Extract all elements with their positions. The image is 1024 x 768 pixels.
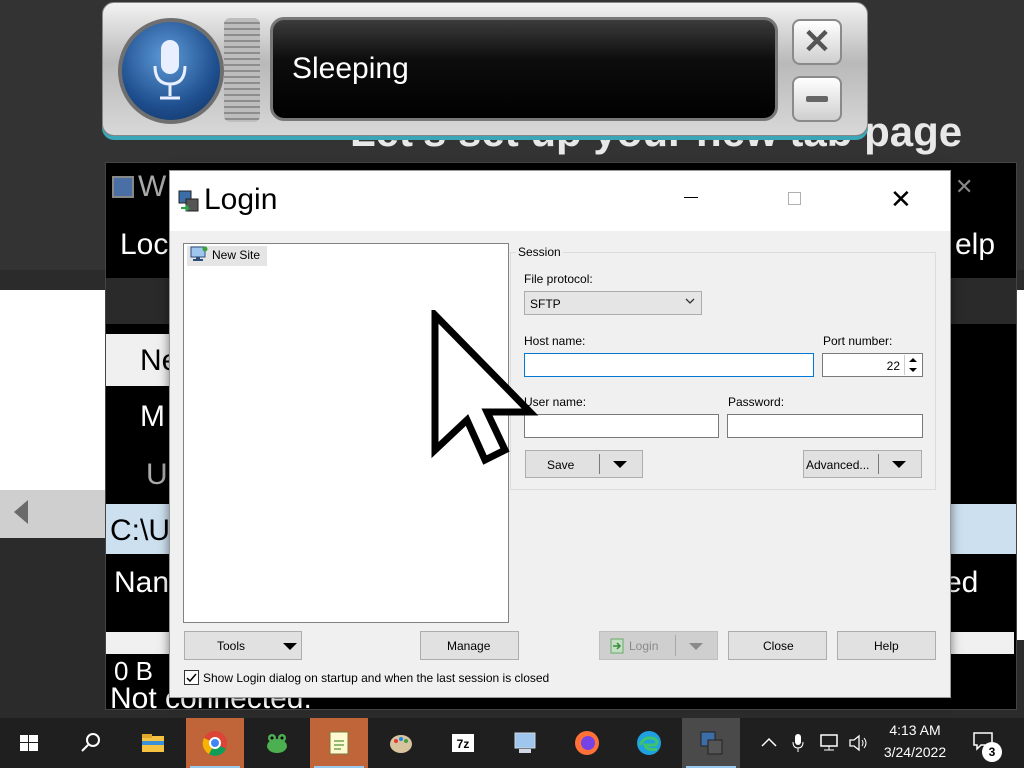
mouse-pointer-icon [431, 310, 539, 465]
winscp-icon [112, 176, 134, 198]
speech-close-button[interactable]: ✕ [792, 19, 842, 65]
chevron-up-icon[interactable] [760, 735, 778, 749]
edge-icon [637, 731, 661, 755]
advanced-button[interactable]: Advanced... [803, 450, 922, 478]
winscp-toolbar-right [950, 278, 1016, 324]
login-icon [610, 638, 624, 654]
local-path-text: C:\U [110, 514, 170, 547]
maximize-icon[interactable] [788, 192, 801, 205]
session-item-m[interactable]: M [140, 400, 165, 434]
advanced-dropdown-icon[interactable] [892, 461, 906, 468]
firefox-icon [575, 731, 599, 755]
file-protocol-select[interactable]: SFTP [524, 291, 702, 315]
close-button-label: Close [763, 639, 794, 653]
save-button-label: Save [547, 458, 575, 472]
close-icon[interactable]: ✕ [890, 186, 912, 212]
file-protocol-label: File protocol: [524, 272, 593, 286]
microphone-tray-icon[interactable] [790, 732, 806, 754]
computer-app-icon [514, 732, 536, 753]
port-decrement-button[interactable] [904, 365, 921, 375]
scroll-left-arrow-icon[interactable] [14, 500, 28, 524]
svg-text:7z: 7z [457, 737, 470, 751]
session-item-u[interactable]: U [146, 458, 168, 492]
help-button-label: Help [874, 639, 899, 653]
search-button[interactable] [62, 718, 120, 768]
speech-status-text: Sleeping [292, 52, 409, 85]
login-button[interactable]: Login [599, 631, 718, 660]
computer-icon [190, 246, 208, 261]
browser-content-area [0, 290, 105, 490]
winscp-icon [700, 731, 723, 755]
horizontal-scrollbar[interactable] [106, 632, 170, 654]
taskbar-file-explorer[interactable] [124, 718, 182, 768]
volume-icon[interactable] [848, 733, 870, 753]
file-protocol-value: SFTP [530, 297, 561, 311]
close-icon[interactable]: ✕ [955, 174, 973, 200]
port-number-label: Port number: [823, 334, 893, 348]
notification-count-badge: 3 [982, 742, 1002, 762]
show-login-checkbox-label: Show Login dialog on startup and when th… [203, 671, 550, 685]
menu-help[interactable]: elp [955, 228, 995, 262]
winscp-icon [178, 190, 199, 212]
column-name-header[interactable]: Nan [114, 566, 169, 600]
taskbar-notepad-plus-plus[interactable] [310, 718, 368, 768]
save-dropdown-icon[interactable] [613, 461, 627, 468]
tools-button-label: Tools [217, 639, 246, 653]
chevron-down-icon [685, 298, 695, 304]
taskbar-computer-app[interactable] [496, 718, 554, 768]
minimize-icon[interactable] [684, 197, 698, 198]
taskbar-7zip[interactable]: 7z [434, 718, 492, 768]
windows-start-icon [20, 735, 38, 751]
password-label: Password: [728, 395, 785, 409]
notepad-plus-plus-icon [329, 731, 349, 755]
close-button[interactable]: Close [728, 631, 827, 660]
speech-minimize-button[interactable] [792, 76, 842, 122]
horizontal-scrollbar-right[interactable] [950, 632, 1014, 654]
advanced-button-label: Advanced... [806, 458, 870, 472]
manage-button-label: Manage [447, 639, 491, 653]
clock-time[interactable]: 4:13 AM [885, 722, 945, 738]
save-button[interactable]: Save [525, 450, 643, 478]
tools-dropdown-icon [283, 643, 297, 650]
login-button-label: Login [629, 639, 659, 653]
login-dialog-title: Login [204, 183, 278, 216]
chrome-icon [202, 731, 227, 756]
clock-date[interactable]: 3/24/2022 [880, 744, 950, 760]
tools-button[interactable]: Tools [184, 631, 302, 660]
search-icon [81, 733, 100, 752]
taskbar-winscp[interactable] [682, 718, 740, 768]
manage-button[interactable]: Manage [420, 631, 519, 660]
taskbar-edge[interactable] [620, 718, 678, 768]
taskbar-firefox[interactable] [558, 718, 616, 768]
session-legend: Session [516, 245, 563, 259]
paint-icon [390, 735, 412, 753]
password-input[interactable] [727, 414, 923, 438]
help-button[interactable]: Help [837, 631, 936, 660]
winscp-toolbar [106, 278, 170, 324]
menu-local[interactable]: Loc [120, 228, 168, 262]
login-dropdown-icon[interactable] [689, 643, 703, 650]
site-tree-item-label: New Site [212, 248, 261, 262]
7zip-icon: 7z [452, 734, 474, 752]
winscp-window-title: W [138, 170, 167, 203]
microphone-icon [153, 40, 187, 100]
taskbar-frog-app[interactable] [248, 718, 306, 768]
network-icon[interactable] [818, 733, 840, 753]
frog-app-icon [267, 734, 287, 753]
host-name-input[interactable] [524, 353, 814, 377]
file-explorer-icon [142, 734, 164, 752]
user-name-input[interactable] [524, 414, 719, 438]
taskbar-paint[interactable] [372, 718, 430, 768]
start-button[interactable] [0, 718, 58, 768]
login-titlebar[interactable] [170, 171, 950, 231]
port-increment-button[interactable] [904, 355, 921, 365]
taskbar-chrome[interactable] [186, 718, 244, 768]
checkmark-icon [186, 673, 197, 683]
volume-meter [224, 18, 260, 122]
show-login-checkbox[interactable] [184, 670, 199, 685]
